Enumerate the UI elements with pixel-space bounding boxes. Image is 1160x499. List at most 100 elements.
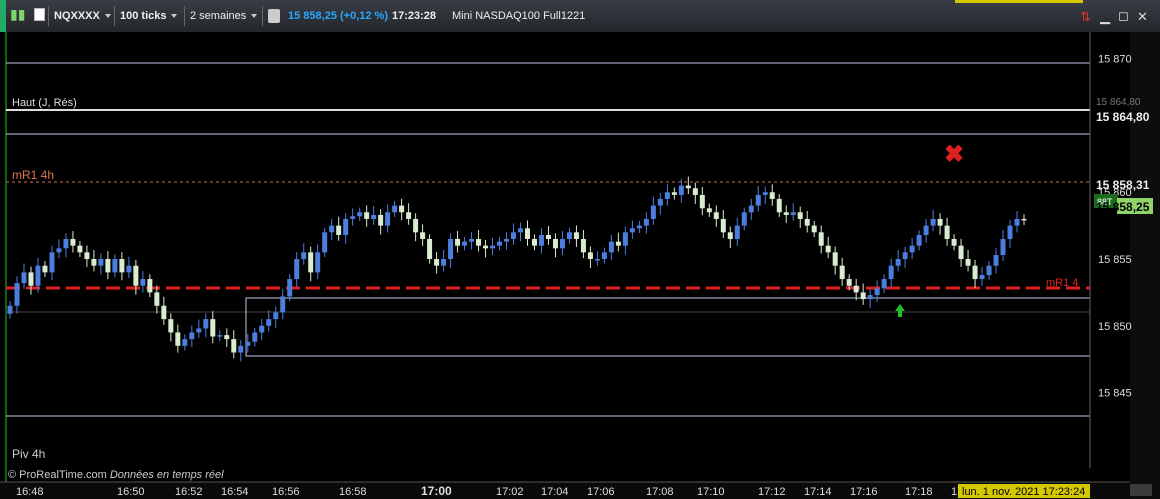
candle-body <box>364 212 370 219</box>
candle-body <box>273 312 279 320</box>
candle-body <box>126 265 132 273</box>
y-axis-tick-label: 15 870 <box>1098 54 1132 66</box>
candle-body <box>119 259 125 273</box>
x-axis-tick-label: 17:02 <box>496 486 524 498</box>
candle-body <box>636 225 642 229</box>
candle-body <box>315 252 321 273</box>
x-axis-tick-label: 17:04 <box>541 486 569 498</box>
candle-body <box>881 279 887 289</box>
candle-body <box>846 279 852 286</box>
x-axis-tick-label: 16:48 <box>16 486 44 498</box>
chevron-down-icon <box>104 14 111 19</box>
x-axis-tick-label: 16:50 <box>117 486 145 498</box>
candle-body <box>664 192 670 199</box>
scroll-control[interactable] <box>1130 484 1152 496</box>
candle-body <box>692 188 698 195</box>
candle-body <box>511 232 517 239</box>
x-axis-tick-label: 16:56 <box>272 486 300 498</box>
candle-body <box>91 259 97 266</box>
candle-body <box>713 212 719 219</box>
candle-body <box>14 283 20 306</box>
candle-body <box>287 279 293 297</box>
candle-body <box>63 238 69 249</box>
candle-body <box>853 285 859 293</box>
candle-body <box>175 332 181 346</box>
candle-body <box>21 272 27 284</box>
settings-icon[interactable] <box>268 9 280 23</box>
interval-label: 100 ticks <box>120 10 167 22</box>
candle-body <box>441 259 447 266</box>
lock-icon[interactable] <box>34 8 45 21</box>
x-axis-tick-label: 16:52 <box>175 486 203 498</box>
candle-body <box>252 332 258 342</box>
symbol-selector[interactable]: NQXXXX <box>54 7 111 25</box>
candle-body <box>196 328 202 333</box>
candle-body <box>497 241 503 246</box>
candle-body <box>811 225 817 233</box>
candle-body <box>671 192 677 195</box>
mr1-price-label: 15 858,31 <box>1096 178 1150 192</box>
candle-body <box>566 232 572 239</box>
maximize-icon[interactable]: ◻ <box>1118 8 1129 24</box>
candle-body <box>706 208 712 213</box>
candle-body <box>49 252 55 273</box>
candle-body <box>538 234 544 246</box>
cross-marker-icon: ✖ <box>944 141 964 168</box>
period-selector[interactable]: 2 semaines <box>190 7 258 25</box>
candle-body <box>462 241 468 246</box>
candle-body <box>98 259 104 266</box>
candle-body <box>469 238 475 242</box>
candle-body <box>839 265 845 280</box>
candle-body <box>552 238 558 249</box>
candle-body <box>140 279 146 286</box>
candle-body <box>77 245 83 253</box>
haut-price-ghost: 15 864,80 <box>1096 97 1141 108</box>
window-color-strip <box>0 0 6 32</box>
candle-body <box>979 275 985 280</box>
candle-body <box>755 194 761 206</box>
label-haut: Haut (J, Rés) <box>12 97 77 109</box>
haut-price-label: 15 864,80 <box>1096 110 1150 124</box>
period-label: 2 semaines <box>190 10 247 22</box>
close-icon[interactable]: ✕ <box>1137 9 1148 25</box>
candle-body <box>1021 218 1027 221</box>
candle-body <box>727 232 733 239</box>
candle-body <box>427 238 433 260</box>
candle-body <box>210 319 216 337</box>
instrument-name: Mini NASDAQ100 Full1221 <box>452 10 586 22</box>
candle-body <box>930 218 936 226</box>
candle-body <box>699 194 705 209</box>
footer-date: lun. 1 nov. 2021 17:23:24 <box>962 486 1085 498</box>
price-chart[interactable]: ✖ Haut (J, Rés) mR1 4h mR1 4 Piv 4h © Pr… <box>0 32 1160 499</box>
candle-body <box>531 238 537 246</box>
candle-body <box>371 214 377 219</box>
candle-body <box>524 228 530 239</box>
interval-selector[interactable]: 100 ticks <box>120 7 178 25</box>
candle-body <box>378 214 384 226</box>
candle-body <box>573 232 579 239</box>
candle-body <box>944 225 950 239</box>
y-axis-tick-label: 15 845 <box>1098 388 1132 400</box>
candle-body <box>867 295 873 300</box>
candle-body <box>825 245 831 253</box>
candle-body <box>643 218 649 226</box>
candle-body <box>308 252 314 273</box>
label-mr1-right: mR1 4 <box>1046 277 1078 289</box>
candle-body <box>720 218 726 233</box>
candle-body <box>783 212 789 215</box>
candle-body <box>685 185 691 189</box>
minimize-icon[interactable]: ▁ <box>1100 9 1110 25</box>
candle-body <box>203 319 209 329</box>
candle-body <box>280 296 286 313</box>
candle-body <box>587 252 593 260</box>
chart-type-icon[interactable]: ▮▮ <box>10 5 25 23</box>
candle-body <box>797 212 803 219</box>
trade-icon[interactable]: ⇅ <box>1080 9 1091 25</box>
candle-body <box>972 265 978 280</box>
candle-body <box>259 325 265 333</box>
candle-body <box>909 245 915 253</box>
candle-body <box>937 218 943 226</box>
candle-body <box>951 238 957 246</box>
candle-body <box>776 198 782 213</box>
candle-body <box>580 238 586 253</box>
